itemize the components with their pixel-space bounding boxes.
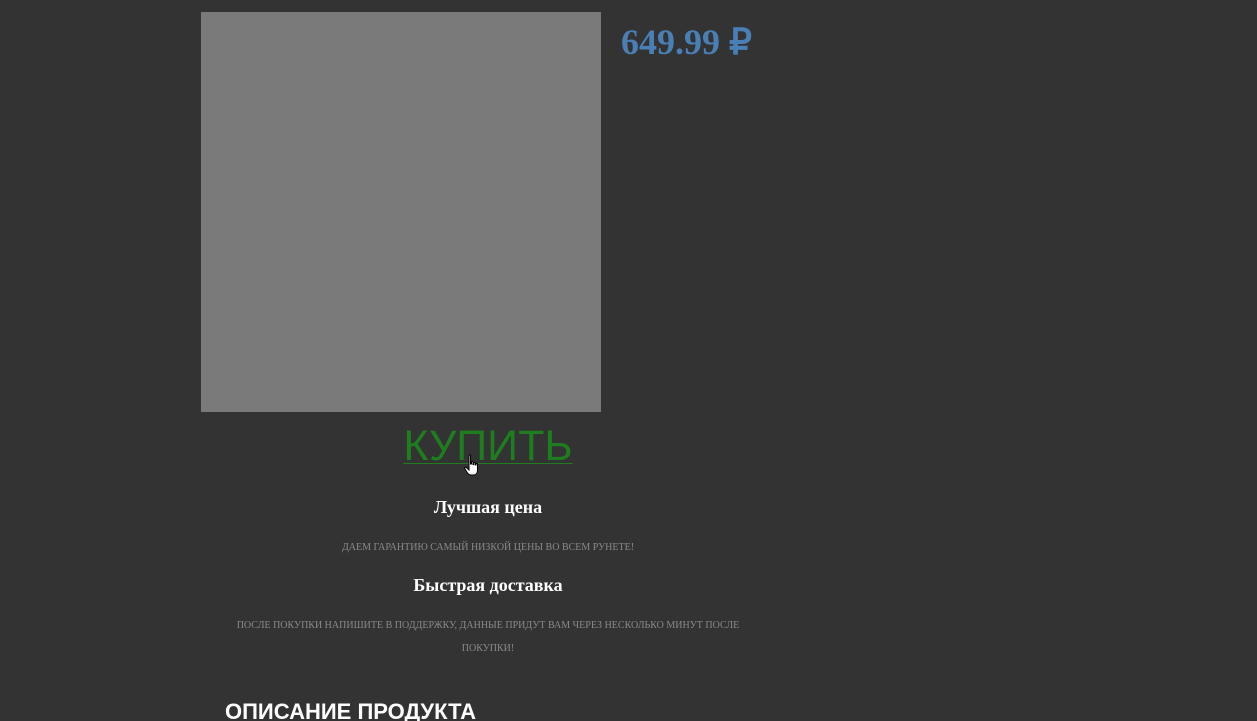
hand-pointer-icon xyxy=(464,454,478,476)
product-image xyxy=(201,12,601,412)
feature-title-fast-delivery: Быстрая доставка xyxy=(413,575,563,595)
feature-text-best-price: ДАЕМ ГАРАНТИЮ САМЫЙ НИЗКОЙ ЦЕНЫ ВО ВСЕМ … xyxy=(341,542,635,553)
buy-button[interactable]: КУПИТЬ xyxy=(380,418,596,474)
feature-text-fast-delivery: ПОСЛЕ ПОКУПКИ НАПИШИТЕ В ПОДДЕРЖКУ, ДАНН… xyxy=(236,620,740,654)
product-price: 649.99 ₽ xyxy=(621,22,752,62)
product-description-title: ОПИСАНИЕ ПРОДУКТА xyxy=(225,699,477,721)
feature-title-best-price: Лучшая цена xyxy=(433,497,543,517)
